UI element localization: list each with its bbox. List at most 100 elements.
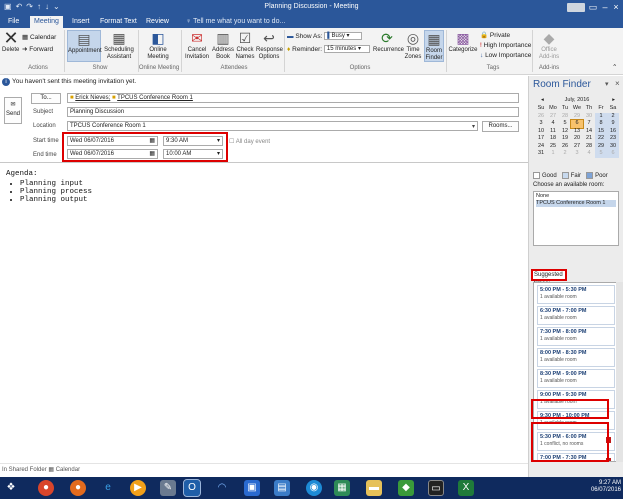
appointment-button[interactable]: ▤ Appointment	[67, 30, 102, 62]
forward-button[interactable]: ➜ Forward	[22, 45, 53, 54]
calendar-day[interactable]: 25	[547, 143, 559, 151]
calendar-day[interactable]: 6	[607, 150, 619, 158]
suggested-time-slot[interactable]: 8:30 PM - 9:00 PM 1 available room	[537, 369, 615, 388]
show-as-dropdown[interactable]: ▌Busy ▾	[324, 32, 363, 41]
calendar-day[interactable]: 17	[535, 135, 547, 143]
tell-me-box[interactable]: ♀ Tell me what you want to do...	[186, 16, 285, 28]
browser-icon[interactable]: ◉	[306, 480, 322, 496]
tab-review[interactable]: Review	[142, 16, 173, 28]
calendar-day[interactable]: 8	[595, 120, 607, 128]
suggested-time-slot[interactable]: 7:30 PM - 8:00 PM 1 available room	[537, 327, 615, 346]
calendar-day[interactable]: 21	[583, 135, 595, 143]
private-button[interactable]: 🔒 Private	[480, 31, 510, 40]
terminal-icon[interactable]: ▭	[428, 480, 444, 496]
all-day-checkbox[interactable]: ☐ All day event	[229, 138, 270, 145]
rooms-button[interactable]: Rooms...	[482, 121, 519, 132]
calendar-day[interactable]: 28	[559, 113, 571, 121]
media-player-icon[interactable]: ▶	[130, 480, 146, 496]
cancel-invitation-button[interactable]: ✉ Cancel Invitation	[183, 30, 211, 61]
calendar-day[interactable]: 22	[595, 135, 607, 143]
low-importance-button[interactable]: ↓ Low Importance	[480, 51, 531, 60]
notepad-icon[interactable]: ▤	[274, 480, 290, 496]
high-importance-button[interactable]: ! High Importance	[480, 41, 531, 50]
calendar-day[interactable]: 29	[595, 142, 607, 150]
calendar-day[interactable]: 6	[570, 119, 584, 129]
excel-icon[interactable]: X	[458, 480, 474, 496]
calendar-day[interactable]: 5	[595, 150, 607, 158]
calendar-button[interactable]: ▦ Calendar	[22, 33, 56, 42]
calendar-day[interactable]: 14	[583, 128, 595, 136]
pane-menu-icon[interactable]: ▾	[605, 80, 609, 88]
month-calendar[interactable]: ◂ July, 2016 ▸ Su Mo Tu We Th Fr Sa 26 27 28 29 30…	[535, 96, 619, 158]
calendar-day[interactable]: 5	[559, 120, 571, 128]
to-field[interactable]: ■ Erick Nieves; ■ TPCUS Conference Room …	[67, 93, 519, 103]
prev-month-icon[interactable]: ◂	[541, 96, 544, 105]
room-list[interactable]: None TPCUS Conference Room 1	[533, 191, 619, 246]
room-option[interactable]: TPCUS Conference Room 1	[536, 200, 616, 207]
response-options-button[interactable]: ↩ Response Options	[256, 30, 283, 61]
calendar-day[interactable]: 1	[547, 150, 559, 158]
calendar-day[interactable]: 26	[559, 143, 571, 151]
calendar-day[interactable]: 9	[607, 120, 619, 128]
calendar-day[interactable]: 24	[535, 143, 547, 151]
calendar-day[interactable]: 2	[559, 150, 571, 158]
day-grid[interactable]: 26 27 28 29 30 1 2 3 4 5 6 7 8 9 10 11 12 13 14 15 16 17 18 19 2…	[535, 112, 619, 158]
tab-meeting[interactable]: Meeting	[30, 16, 63, 28]
calendar-day[interactable]: 4	[547, 120, 559, 128]
wifi-icon[interactable]: ◠	[214, 480, 230, 496]
calendar-day[interactable]: 7	[583, 120, 595, 128]
location-dropdown-icon[interactable]: ▾	[472, 123, 475, 130]
calendar-day[interactable]: 1	[595, 112, 607, 120]
calendar-day[interactable]: 18	[547, 135, 559, 143]
calendar-day[interactable]: 10	[535, 128, 547, 136]
chrome-icon[interactable]: ●	[38, 480, 54, 496]
project-icon[interactable]: ▦	[334, 480, 350, 496]
firefox-icon[interactable]: ●	[70, 480, 86, 496]
subject-field[interactable]: Planning Discussion	[67, 107, 519, 117]
suggested-time-slot[interactable]: 8:00 PM - 8:30 PM 1 available room	[537, 348, 615, 367]
check-names-button[interactable]: ☑ Check Names	[235, 30, 255, 61]
office-addins-button[interactable]: ◆ Office Add-ins	[536, 30, 562, 61]
outlook-icon[interactable]: O	[183, 479, 201, 497]
calendar-day[interactable]: 29	[571, 113, 583, 121]
delete-button[interactable]: ✕ Delete	[2, 29, 19, 54]
calendar-day[interactable]: 12	[559, 128, 571, 136]
send-button[interactable]: ✉ Send	[4, 97, 22, 124]
tab-insert[interactable]: Insert	[68, 16, 94, 28]
suggestions-scrollbar[interactable]	[616, 282, 623, 462]
green-app-icon[interactable]: ◆	[398, 480, 414, 496]
calendar-day[interactable]: 13	[571, 128, 583, 136]
collapse-ribbon-icon[interactable]: ⌃	[612, 63, 617, 72]
time-zones-button[interactable]: ◎ Time Zones	[403, 30, 423, 61]
calendar-day[interactable]: 16	[607, 127, 619, 135]
location-field[interactable]: TPCUS Conference Room 1	[67, 121, 478, 131]
calendar-day[interactable]: 20	[571, 135, 583, 143]
suggested-time-slot[interactable]: 6:30 PM - 7:00 PM 1 available room	[537, 306, 615, 325]
recurrence-button[interactable]: ⟳ Recurrence	[373, 30, 404, 54]
close-pane-icon[interactable]: ×	[615, 79, 620, 88]
calendar-day[interactable]: 30	[583, 113, 595, 121]
calendar-day[interactable]: 3	[535, 120, 547, 128]
online-meeting-button[interactable]: ◧ Online Meeting	[141, 30, 175, 61]
account-badge[interactable]	[567, 3, 585, 12]
calendar-day[interactable]: 4	[583, 150, 595, 158]
paint-icon[interactable]: ✎	[160, 480, 176, 496]
to-recipient[interactable]: Erick Nieves;	[75, 95, 110, 101]
system-tray[interactable]: 9:27 AM 06/07/2016	[591, 480, 621, 494]
calendar-day[interactable]: 23	[607, 135, 619, 143]
close-icon[interactable]: ×	[609, 0, 623, 15]
calendar-day[interactable]: 27	[571, 143, 583, 151]
calendar-day[interactable]: 15	[595, 127, 607, 135]
next-month-icon[interactable]: ▸	[612, 96, 615, 105]
address-book-button[interactable]: ▥ Address Book	[212, 30, 234, 61]
calendar-day[interactable]: 28	[583, 143, 595, 151]
calendar-day[interactable]: 3	[571, 150, 583, 158]
calendar-day[interactable]: 11	[547, 128, 559, 136]
scheduling-assistant-button[interactable]: ▦ Scheduling Assistant	[103, 30, 135, 61]
calendar-day[interactable]: 2	[607, 112, 619, 120]
internet-explorer-icon[interactable]: e	[100, 480, 116, 496]
remote-desktop-icon[interactable]: ▣	[244, 480, 260, 496]
calendar-day[interactable]: 19	[559, 135, 571, 143]
room-option[interactable]: None	[536, 193, 616, 200]
start-icon[interactable]: ❖	[3, 480, 19, 496]
